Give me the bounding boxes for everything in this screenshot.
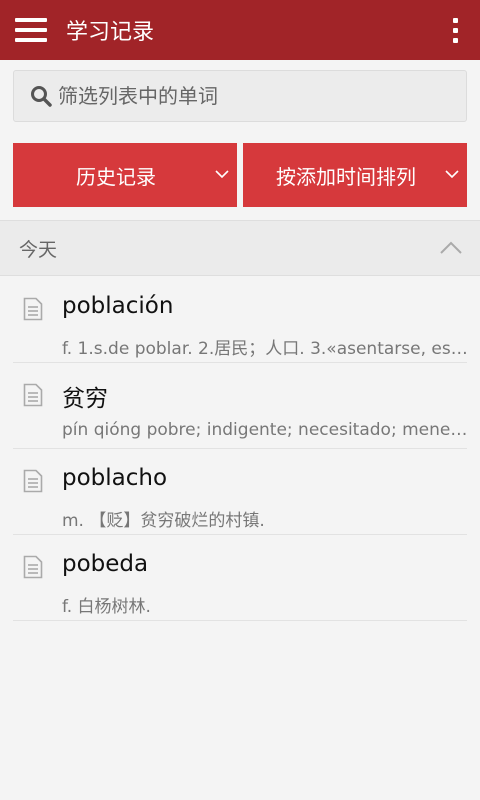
item-word: poblacho bbox=[62, 465, 168, 491]
search-bar[interactable] bbox=[13, 70, 467, 122]
chevron-up-icon[interactable] bbox=[439, 241, 463, 255]
history-list: población f. 1.s.de poblar. 2.居民；人口. 3.«… bbox=[13, 277, 472, 621]
item-definition: pín qióng pobre; indigente; necesitado; … bbox=[62, 420, 472, 440]
hamburger-menu-icon bbox=[15, 18, 47, 42]
page-title: 学习记录 bbox=[66, 20, 155, 45]
app-bar: 学习记录 bbox=[0, 0, 480, 60]
item-word: pobeda bbox=[62, 551, 149, 577]
more-options-button[interactable] bbox=[430, 0, 480, 60]
document-icon bbox=[23, 469, 43, 493]
item-word: 贫穷 bbox=[62, 386, 108, 412]
list-item[interactable]: poblacho m. 【贬】贫穷破烂的村镇. bbox=[13, 449, 467, 535]
document-icon bbox=[23, 297, 43, 321]
chevron-down-icon bbox=[445, 170, 459, 179]
search-icon bbox=[31, 86, 52, 107]
menu-button[interactable] bbox=[0, 0, 62, 60]
history-filter-label: 历史记录 bbox=[76, 164, 156, 189]
sort-filter-button[interactable]: 按添加时间排列 bbox=[243, 143, 467, 207]
item-definition: f. 1.s.de poblar. 2.居民；人口. 3.«asentarse,… bbox=[62, 339, 472, 359]
search-input[interactable] bbox=[58, 84, 466, 108]
list-item[interactable]: población f. 1.s.de poblar. 2.居民；人口. 3.«… bbox=[13, 277, 472, 363]
item-word: población bbox=[62, 293, 174, 319]
section-label: 今天 bbox=[19, 238, 58, 261]
item-definition: m. 【贬】贫穷破烂的村镇. bbox=[62, 511, 265, 531]
list-item[interactable]: 贫穷 pín qióng pobre; indigente; necesitad… bbox=[13, 363, 472, 449]
history-filter-button[interactable]: 历史记录 bbox=[13, 143, 237, 207]
chevron-down-icon bbox=[215, 170, 229, 179]
item-definition: f. 白杨树林. bbox=[62, 597, 151, 617]
sort-filter-label: 按添加时间排列 bbox=[276, 164, 416, 189]
document-icon bbox=[23, 555, 43, 579]
document-icon bbox=[23, 383, 43, 407]
more-vertical-icon bbox=[452, 17, 458, 23]
section-header-today[interactable]: 今天 bbox=[0, 220, 480, 276]
list-item[interactable]: pobeda f. 白杨树林. bbox=[13, 535, 467, 621]
